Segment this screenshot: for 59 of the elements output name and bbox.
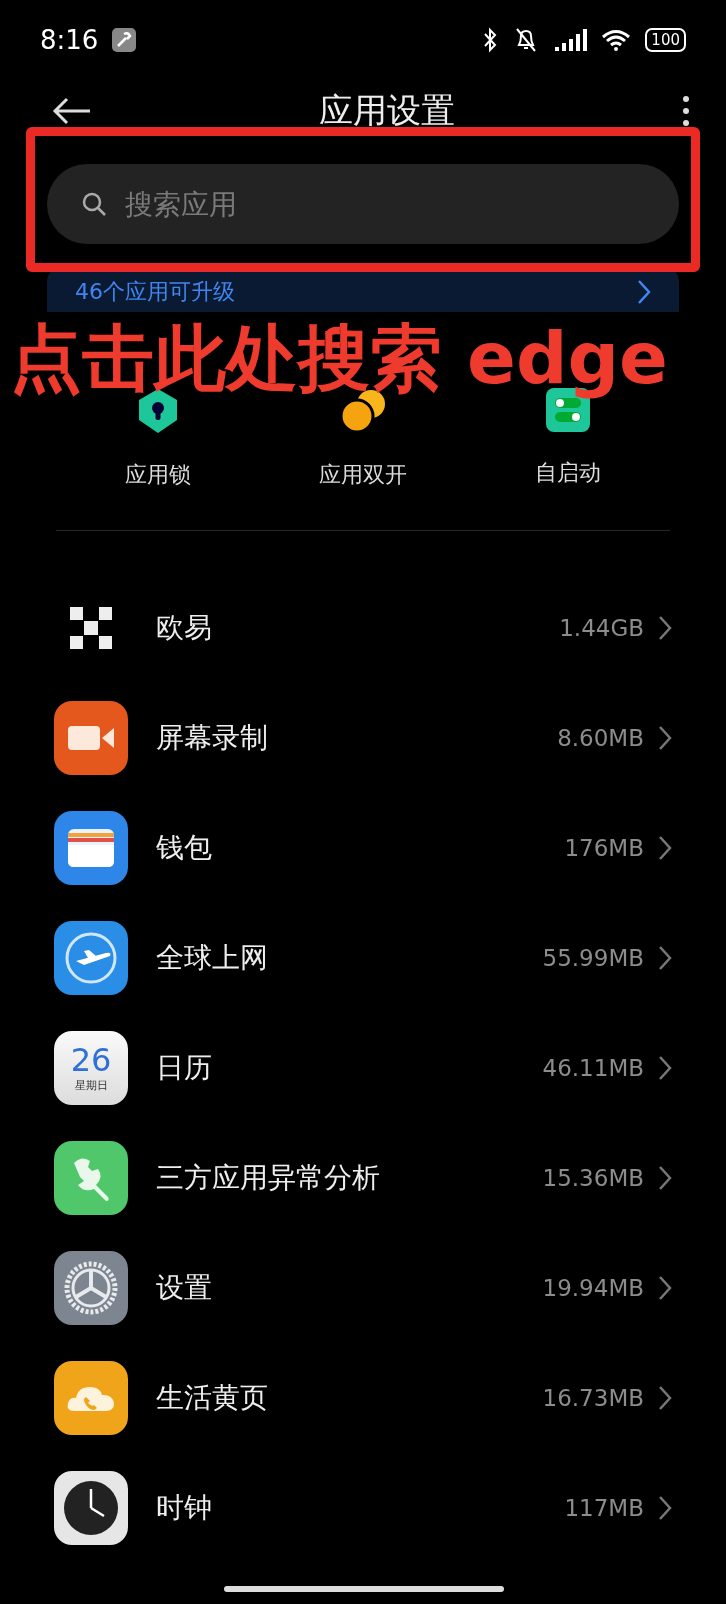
airplane-icon [54,921,128,995]
wrench-icon [54,1141,128,1215]
wrench-icon [112,28,137,52]
app-name: 钱包 [156,830,213,866]
upgrade-text: 46个应用可升级 [75,278,235,306]
calendar-date: 26 [70,1043,112,1076]
app-row[interactable]: 钱包 176MB [0,793,726,903]
app-size: 176MB [564,835,644,861]
app-row[interactable]: 全球上网 55.99MB [0,903,726,1013]
app-row[interactable]: 欧易 1.44GB [0,573,726,683]
back-arrow-icon[interactable] [52,97,92,125]
app-size: 19.94MB [542,1275,644,1301]
chevron-right-icon [658,945,672,971]
wifi-icon [601,29,632,51]
app-name: 时钟 [156,1490,213,1526]
chevron-right-icon [658,615,672,641]
search-field[interactable]: 搜索应用 [47,164,679,244]
gear-icon [54,1251,128,1325]
app-name: 生活黄页 [156,1380,269,1416]
app-name: 全球上网 [156,940,269,976]
chevron-right-icon [658,1275,672,1301]
signal-icon [555,29,588,51]
app-row[interactable]: 生活黄页 16.73MB [0,1343,726,1453]
chevron-right-icon [658,1385,672,1411]
app-size: 117MB [564,1495,644,1521]
status-time: 8:16 [40,25,99,55]
app-size: 55.99MB [542,945,644,971]
more-options-icon[interactable] [682,95,690,127]
cloud-phone-icon [54,1361,128,1435]
app-row[interactable]: 时钟 117MB [0,1453,726,1563]
app-size: 15.36MB [542,1165,644,1191]
battery-level: 100 [645,28,686,52]
app-size: 16.73MB [542,1385,644,1411]
app-size: 1.44GB [559,615,644,641]
app-name: 日历 [156,1050,213,1086]
app-name: 欧易 [156,610,213,646]
app-name: 设置 [156,1270,213,1306]
app-row[interactable]: 屏幕录制 8.60MB [0,683,726,793]
calendar-weekday: 星期日 [74,1077,108,1093]
annotation-text: 点击此处搜索 edge [10,318,668,399]
wallet-icon [54,811,128,885]
chevron-right-icon [658,1055,672,1081]
app-size: 46.11MB [542,1055,644,1081]
page-title: 应用设置 [318,89,456,132]
app-name: 三方应用异常分析 [156,1160,381,1196]
video-camera-icon [54,701,128,775]
app-row[interactable]: 26 星期日 日历 46.11MB [0,1013,726,1123]
search-icon [81,191,107,217]
clock-icon [54,1471,128,1545]
app-row[interactable]: 设置 19.94MB [0,1233,726,1343]
chevron-right-icon [637,279,651,305]
chevron-right-icon [658,835,672,861]
chevron-right-icon [658,725,672,751]
app-size: 8.60MB [557,725,644,751]
chevron-right-icon [658,1495,672,1521]
bluetooth-icon [483,27,498,53]
app-row[interactable]: 三方应用异常分析 15.36MB [0,1123,726,1233]
chevron-right-icon [658,1165,672,1191]
app-name: 屏幕录制 [156,720,269,756]
